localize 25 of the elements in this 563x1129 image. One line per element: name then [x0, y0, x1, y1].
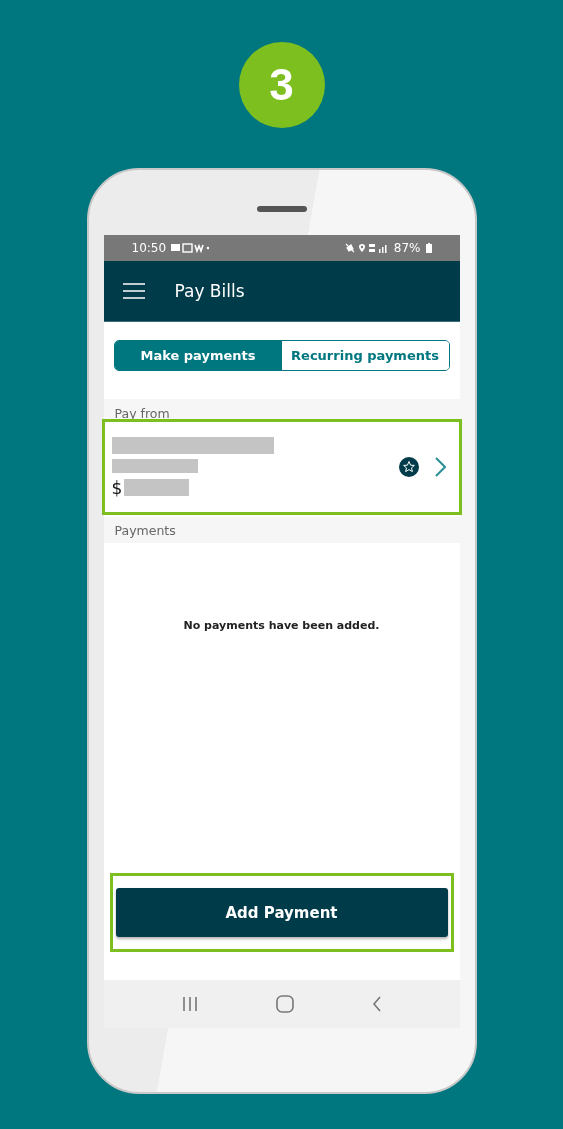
section-label: Pay from — [114, 406, 170, 421]
chevron-right-icon — [434, 457, 446, 477]
status-time: 10:50 — [131, 241, 167, 255]
back-icon — [371, 996, 382, 1012]
speaker-slot — [256, 206, 307, 212]
home-icon — [275, 995, 294, 1013]
tab[interactable]: Make payments — [114, 341, 282, 370]
back-button[interactable] — [371, 996, 382, 1012]
home-button[interactable] — [275, 995, 294, 1013]
notification-icons — [171, 243, 210, 253]
account-card[interactable]: $ — [103, 421, 460, 513]
menu-icon — [122, 283, 145, 299]
add-payment-button[interactable]: Add Payment — [115, 888, 448, 937]
step-badge: 3 — [238, 42, 325, 128]
section-label: Payments — [114, 522, 176, 538]
currency-symbol: $ — [111, 477, 123, 498]
battery-icon — [425, 243, 432, 253]
empty-message: No payments have been added. — [183, 619, 380, 632]
battery-percent: 87% — [393, 241, 421, 255]
recent-apps-button[interactable] — [181, 996, 198, 1012]
redacted-bar — [124, 479, 190, 496]
page-title: Pay Bills — [174, 281, 245, 301]
status-icons — [344, 243, 389, 253]
menu-button[interactable] — [122, 283, 145, 299]
recent-apps-icon — [181, 996, 198, 1012]
